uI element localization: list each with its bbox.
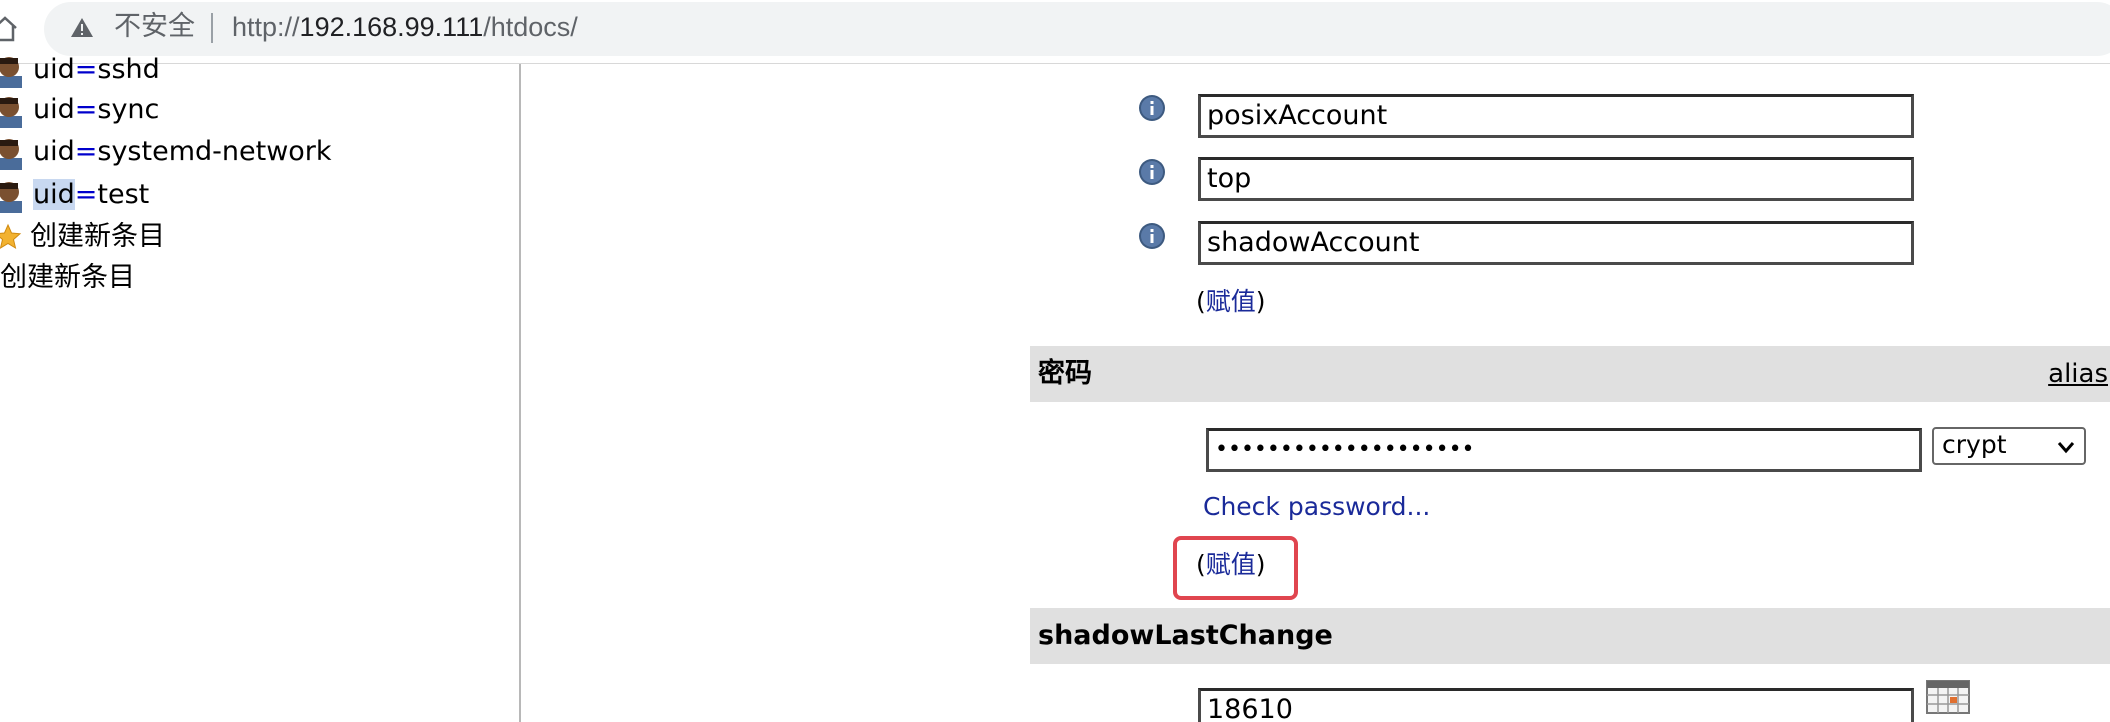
assign-link[interactable]: 赋值 <box>1206 287 1256 316</box>
warning-icon[interactable] <box>70 16 94 40</box>
frame-divider[interactable] <box>519 64 521 722</box>
tree-entry-value: test <box>97 179 150 210</box>
url-text[interactable]: http://192.168.99.111/htdocs/ <box>232 10 578 44</box>
create-new-entry-label: 创建新条目 <box>30 221 165 252</box>
assign-paren-close: ) <box>1255 287 1266 316</box>
objectclass-field[interactable]: top <box>1198 157 1914 201</box>
tree-entry-value: sshd <box>97 54 160 85</box>
shadowlastchange-section-header: shadowLastChange <box>1030 608 2110 664</box>
star-icon <box>0 223 22 250</box>
section-title: 密码 <box>1038 358 1092 389</box>
password-section-header: 密码 alias <box>1030 346 2110 402</box>
user-avatar-icon <box>0 97 22 128</box>
tree-entry-value: systemd-network <box>97 136 332 167</box>
equals-sign: = <box>74 54 98 85</box>
password-field[interactable]: •••••••••••••••••••• <box>1206 428 1922 472</box>
info-icon[interactable] <box>1138 94 1166 122</box>
section-title: shadowLastChange <box>1038 620 1333 651</box>
calendar-icon[interactable] <box>1926 680 1970 714</box>
check-password-link[interactable]: Check password... <box>1203 491 1430 523</box>
tree-entry-value: sync <box>97 94 160 125</box>
tree-entry-prefix: uid <box>33 54 75 85</box>
info-icon[interactable] <box>1138 158 1166 186</box>
browser-toolbar: 不安全 http://192.168.99.111/htdocs/ <box>0 0 2110 64</box>
info-icon[interactable] <box>1138 222 1166 250</box>
tree-entry-prefix: uid <box>33 179 75 210</box>
equals-sign: = <box>74 94 98 125</box>
tree-entry-prefix: uid <box>33 136 75 167</box>
security-status[interactable]: 不安全 <box>114 10 195 44</box>
ldap-tree-panel: uid=sshd uid=sync uid=systemd-network ui… <box>0 54 520 722</box>
alias-link[interactable]: alias <box>2048 356 2108 392</box>
hash-type-value: crypt <box>1942 430 2007 459</box>
hash-type-select[interactable]: crypt <box>1932 427 2086 465</box>
assign-paren-open: ( <box>1196 550 1206 579</box>
shadowlastchange-field[interactable]: 18610 <box>1198 688 1914 722</box>
objectclass-field[interactable]: posixAccount <box>1198 94 1914 138</box>
password-assign: (赋值) <box>1196 549 1266 581</box>
equals-sign: = <box>74 179 98 210</box>
url-host: 192.168.99.111 <box>299 12 484 42</box>
equals-sign: = <box>74 136 98 167</box>
tree-entry-prefix: uid <box>33 94 75 125</box>
objectclass-field[interactable]: shadowAccount <box>1198 221 1914 265</box>
assign-link[interactable]: 赋值 <box>1206 550 1256 579</box>
entry-editor-pane: posixAccount top shadowAccount (赋值) 密码 a… <box>522 64 2110 722</box>
url-path: /htdocs/ <box>483 12 578 42</box>
chevron-down-icon <box>2057 442 2075 454</box>
home-icon[interactable] <box>0 14 18 44</box>
user-avatar-icon <box>0 182 22 213</box>
objectclass-assign: (赋值) <box>1196 286 1266 318</box>
user-avatar-icon <box>0 139 22 170</box>
address-separator <box>211 13 213 43</box>
create-new-entry-text: 创建新条目 <box>0 262 135 293</box>
user-avatar-icon <box>0 57 22 88</box>
assign-paren-open: ( <box>1196 287 1206 316</box>
assign-paren-close: ) <box>1255 550 1266 579</box>
url-scheme: http:// <box>232 12 300 42</box>
